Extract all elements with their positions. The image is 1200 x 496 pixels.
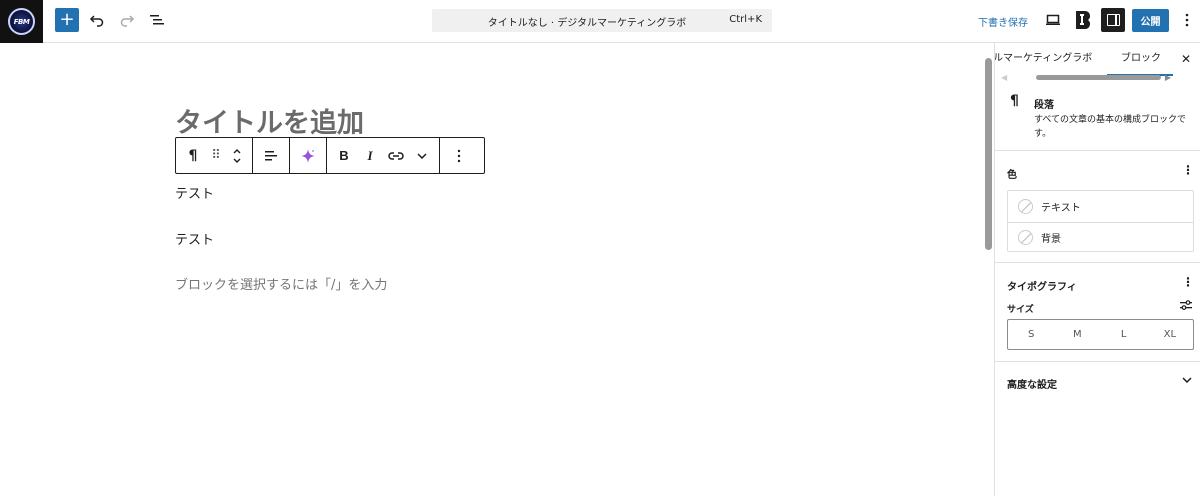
- site-logo: FBM: [8, 8, 35, 35]
- undo-icon[interactable]: [85, 8, 109, 32]
- paragraph-block[interactable]: テスト: [175, 183, 214, 202]
- font-size-xl[interactable]: XL: [1147, 320, 1193, 349]
- site-icon-button[interactable]: FBM: [0, 0, 43, 43]
- paragraph-block[interactable]: テスト: [175, 229, 214, 248]
- block-toolbar: ¶ ⠿ B I: [175, 137, 485, 174]
- sidebar-settings-icon[interactable]: [1101, 8, 1125, 32]
- color-settings-box: テキスト 背景: [1007, 190, 1194, 252]
- font-size-picker: S M L XL: [1007, 319, 1194, 350]
- settings-sidebar: ルマーケティングラボ ブロック ✕ ◀ ▶ ¶ 段落 すべての文章の基本の構成ブ…: [994, 43, 1200, 496]
- background-color-item[interactable]: 背景: [1008, 222, 1193, 252]
- scroll-left-icon[interactable]: ◀: [1001, 73, 1007, 82]
- text-color-label: テキスト: [1041, 202, 1081, 214]
- bold-button[interactable]: B: [331, 143, 357, 169]
- font-size-s[interactable]: S: [1008, 320, 1054, 349]
- block-description: すべての文章の基本の構成ブロックです。: [1034, 115, 1187, 139]
- editor-scrollbar-thumb[interactable]: [985, 58, 992, 250]
- tab-block[interactable]: ブロック: [1107, 49, 1173, 76]
- advanced-panel-title: 高度な設定: [1007, 380, 1057, 391]
- advanced-panel[interactable]: 高度な設定: [995, 362, 1200, 402]
- command-shortcut: Ctrl+K: [729, 14, 762, 25]
- drag-handle-icon[interactable]: ⠿: [206, 143, 226, 169]
- empty-swatch-icon: [1018, 198, 1033, 214]
- empty-swatch-icon: [1018, 230, 1033, 245]
- redo-icon[interactable]: [115, 8, 139, 32]
- post-title-input[interactable]: タイトルを追加: [175, 101, 364, 140]
- format-group: B I: [327, 138, 440, 173]
- command-palette-bar[interactable]: タイトルなし · デジタルマーケティングラボ Ctrl+K: [432, 9, 772, 32]
- block-appender-placeholder[interactable]: ブロックを選択するには「/」を入力: [175, 274, 387, 293]
- text-color-item[interactable]: テキスト: [1008, 191, 1193, 221]
- editor-header: FBM + タイトルなし · デジタルマーケティングラボ Ctrl+K 下書き保…: [0, 0, 1200, 43]
- font-size-l[interactable]: L: [1101, 320, 1147, 349]
- background-color-label: 背景: [1041, 234, 1061, 245]
- close-icon[interactable]: ✕: [1181, 52, 1191, 66]
- block-type-group: ¶ ⠿: [176, 138, 253, 173]
- save-draft-button[interactable]: 下書き保存: [978, 14, 1028, 29]
- options-group: [440, 138, 478, 173]
- sidebar-tabs: ルマーケティングラボ ブロック ✕: [995, 43, 1200, 77]
- block-name: 段落: [1034, 100, 1054, 111]
- typography-options-icon[interactable]: ⋮: [1182, 275, 1194, 289]
- tab-scrollbar[interactable]: ◀ ▶: [1001, 73, 1171, 82]
- move-up-down-icon[interactable]: [226, 143, 248, 169]
- block-card: ¶ 段落 すべての文章の基本の構成ブロックです。: [995, 87, 1200, 151]
- align-left-icon[interactable]: [258, 143, 284, 169]
- chevron-down-icon[interactable]: [1182, 375, 1192, 386]
- paragraph-icon: ¶: [1010, 93, 1019, 109]
- tab-scrollbar-thumb[interactable]: [1036, 75, 1161, 80]
- publish-button[interactable]: 公開: [1132, 9, 1169, 32]
- typography-panel-title: タイポグラフィ: [1007, 282, 1077, 293]
- italic-button[interactable]: I: [357, 143, 383, 169]
- list-view-icon[interactable]: [145, 8, 169, 32]
- paragraph-icon[interactable]: ¶: [180, 143, 206, 169]
- font-size-m[interactable]: M: [1054, 320, 1100, 349]
- editor-canvas: タイトルを追加 ¶ ⠿ B I テスト テスト ブロックを選択するには「/」を入…: [0, 43, 994, 496]
- size-label: サイズ: [1007, 305, 1034, 315]
- color-options-icon[interactable]: ⋮: [1182, 163, 1194, 177]
- typography-panel: タイポグラフィ ⋮ サイズ S M L XL: [995, 263, 1200, 362]
- block-options-icon[interactable]: [446, 143, 472, 169]
- sparkle-icon[interactable]: [295, 143, 321, 169]
- document-title: タイトルなし · デジタルマーケティングラボ: [487, 18, 687, 29]
- color-panel: 色 ⋮ テキスト 背景: [995, 151, 1200, 263]
- more-vertical-icon[interactable]: [1175, 8, 1199, 32]
- align-group: [253, 138, 290, 173]
- scroll-right-icon[interactable]: ▶: [1165, 73, 1171, 82]
- color-panel-title: 色: [1007, 170, 1017, 181]
- desktop-preview-icon[interactable]: [1041, 8, 1065, 32]
- chevron-down-icon[interactable]: [409, 143, 435, 169]
- add-block-button[interactable]: +: [55, 8, 79, 32]
- custom-size-icon[interactable]: [1179, 299, 1193, 314]
- tab-post[interactable]: ルマーケティングラボ: [995, 49, 1092, 64]
- ai-group: [290, 138, 327, 173]
- jetpack-boost-icon[interactable]: [1071, 8, 1095, 32]
- link-icon[interactable]: [383, 143, 409, 169]
